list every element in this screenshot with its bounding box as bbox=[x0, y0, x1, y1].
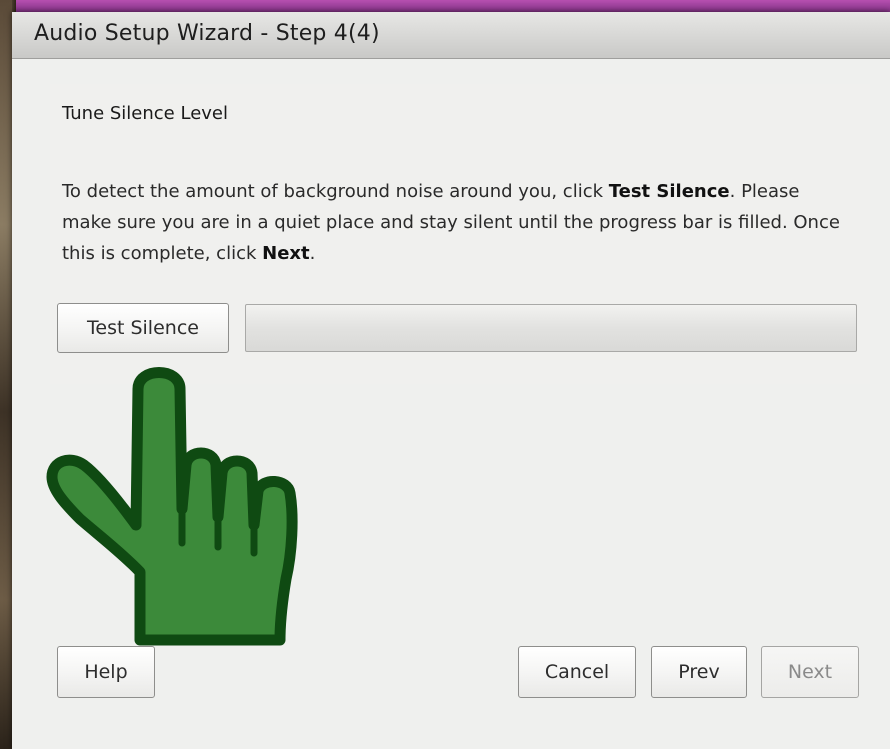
desktop-background-edge bbox=[0, 0, 12, 749]
section-heading: Tune Silence Level bbox=[62, 103, 228, 124]
instructions-bold-test-silence: Test Silence bbox=[608, 181, 730, 202]
instructions-bold-next: Next bbox=[262, 243, 310, 264]
dialog-title: Audio Setup Wizard - Step 4(4) bbox=[34, 21, 380, 46]
prev-button[interactable]: Prev bbox=[651, 646, 747, 698]
audio-setup-wizard-dialog: Audio Setup Wizard - Step 4(4) Tune Sile… bbox=[12, 12, 890, 749]
dialog-titlebar[interactable]: Audio Setup Wizard - Step 4(4) bbox=[12, 12, 890, 59]
instructions-part-3: . bbox=[309, 243, 316, 264]
help-button[interactable]: Help bbox=[57, 646, 155, 698]
test-silence-button[interactable]: Test Silence bbox=[57, 303, 229, 353]
instructions-part-1: To detect the amount of background noise… bbox=[62, 181, 609, 202]
cancel-button[interactable]: Cancel bbox=[518, 646, 636, 698]
instructions-text: To detect the amount of background noise… bbox=[62, 176, 852, 269]
next-button[interactable]: Next bbox=[761, 646, 859, 698]
silence-progress-bar bbox=[245, 304, 857, 352]
pointing-hand-icon bbox=[46, 367, 298, 646]
